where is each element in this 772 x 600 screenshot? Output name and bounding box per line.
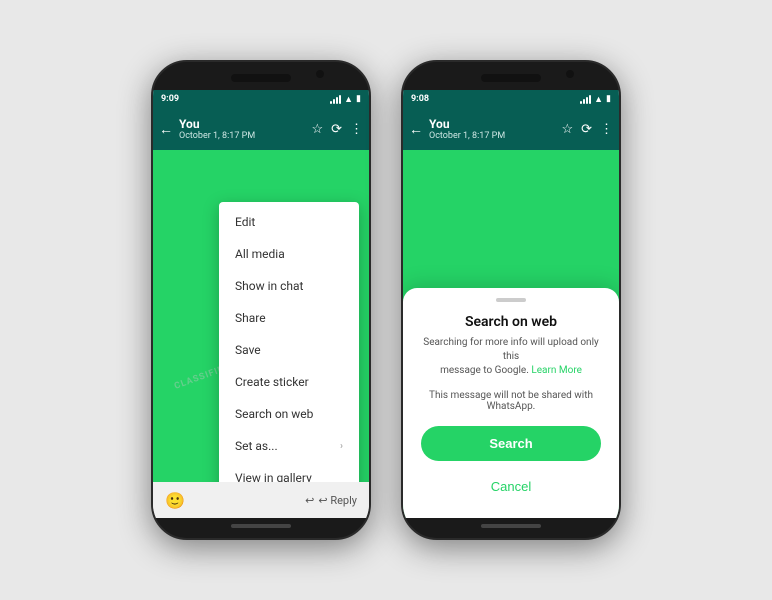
cancel-button[interactable]: Cancel (421, 471, 601, 502)
contact-info-left: You October 1, 8:17 PM (179, 117, 305, 141)
menu-item-create-sticker[interactable]: Create sticker (219, 366, 359, 398)
sheet-title: Search on web (421, 314, 601, 330)
more-icon-right[interactable]: ⋮ (600, 122, 613, 137)
top-bar-right: ← You October 1, 8:17 PM ☆ ⟳ ⋮ (403, 108, 619, 150)
message-area-left: W CLASSIFIED Edit All media Show in chat… (153, 150, 369, 482)
status-icons-left: ▲ ▮ (330, 94, 361, 105)
menu-item-show-in-chat[interactable]: Show in chat (219, 270, 359, 302)
contact-name-left: You (179, 117, 305, 131)
top-bar-icons-left: ☆ ⟳ ⋮ (311, 122, 363, 137)
menu-item-share[interactable]: Share (219, 302, 359, 334)
wifi-icon-right: ▲ (594, 94, 603, 105)
wifi-icon-left: ▲ (344, 94, 353, 105)
more-icon-left[interactable]: ⋮ (350, 122, 363, 137)
battery-icon-left: ▮ (356, 94, 361, 104)
search-button[interactable]: Search (421, 426, 601, 461)
reply-arrow-icon: ↩ (305, 494, 314, 507)
contact-date-left: October 1, 8:17 PM (179, 131, 305, 141)
menu-item-all-media[interactable]: All media (219, 238, 359, 270)
top-bar-icons-right: ☆ ⟳ ⋮ (561, 122, 613, 137)
signal-icon-left (330, 94, 341, 104)
star-icon-left[interactable]: ☆ (311, 122, 323, 137)
contact-name-right: You (429, 117, 555, 131)
forward-icon-left[interactable]: ⟳ (331, 122, 342, 137)
status-bar-left: 9:09 ▲ ▮ (153, 90, 369, 108)
time-right: 9:08 (411, 94, 429, 104)
message-area-right: WBI CLASSIFIED Search on web Searching f… (403, 150, 619, 518)
back-button-right[interactable]: ← (409, 121, 423, 138)
contact-date-right: October 1, 8:17 PM (429, 131, 555, 141)
time-left: 9:09 (161, 94, 179, 104)
menu-item-save[interactable]: Save (219, 334, 359, 366)
status-bar-right: 9:08 ▲ ▮ (403, 90, 619, 108)
chevron-right-icon: › (340, 441, 343, 452)
top-bar-left: ← You October 1, 8:17 PM ☆ ⟳ ⋮ (153, 108, 369, 150)
dropdown-menu: Edit All media Show in chat Share Save C… (219, 202, 359, 482)
signal-icon-right (580, 94, 591, 104)
emoji-button-left[interactable]: 🙂 (165, 491, 185, 510)
menu-item-search-on-web[interactable]: Search on web (219, 398, 359, 430)
reply-button-left[interactable]: ↩ ↩ Reply (305, 494, 357, 507)
back-button-left[interactable]: ← (159, 121, 173, 138)
battery-icon-right: ▮ (606, 94, 611, 104)
phone-left: 9:09 ▲ ▮ ← You October 1, 8:17 PM ☆ (151, 60, 371, 540)
bottom-sheet: Search on web Searching for more info wi… (403, 288, 619, 518)
status-icons-right: ▲ ▮ (580, 94, 611, 105)
contact-info-right: You October 1, 8:17 PM (429, 117, 555, 141)
sheet-body: Searching for more info will upload only… (421, 336, 601, 378)
learn-more-link[interactable]: Learn More (531, 365, 582, 376)
menu-item-view-in-gallery[interactable]: View in gallery (219, 462, 359, 482)
menu-item-edit[interactable]: Edit (219, 206, 359, 238)
phone-right: 9:08 ▲ ▮ ← You October 1, 8:17 PM ☆ (401, 60, 621, 540)
bottom-bar-left: 🙂 ↩ ↩ Reply (153, 482, 369, 518)
sheet-handle (496, 298, 526, 302)
menu-item-set-as[interactable]: Set as... › (219, 430, 359, 462)
sheet-note: This message will not be shared with Wha… (421, 390, 601, 412)
forward-icon-right[interactable]: ⟳ (581, 122, 592, 137)
star-icon-right[interactable]: ☆ (561, 122, 573, 137)
